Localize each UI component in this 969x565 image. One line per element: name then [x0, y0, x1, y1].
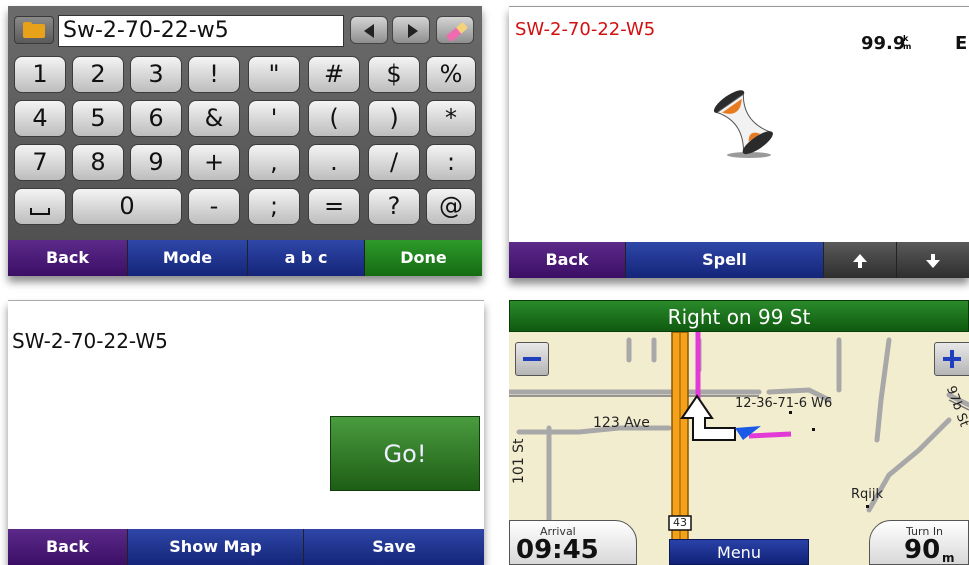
key[interactable]: /	[368, 144, 420, 181]
minus-icon	[523, 357, 541, 361]
poi-label: Rqijk	[851, 487, 884, 502]
map-bottom-bar: Arrival 09:45 Menu Turn In 90 m	[509, 515, 969, 565]
search-input[interactable]: Sw-2-70-22-w5	[58, 15, 344, 47]
done-button[interactable]: Done	[365, 240, 482, 276]
spell-button[interactable]: Spell	[626, 242, 824, 278]
key[interactable]: 2	[72, 56, 124, 93]
key[interactable]: =	[308, 188, 360, 225]
input-row: Sw-2-70-22-w5	[8, 6, 482, 50]
arrival-field[interactable]: Arrival 09:45	[509, 520, 637, 565]
destination-label: 12-36-71-6 W6	[735, 396, 833, 411]
save-button[interactable]: Save	[304, 529, 484, 565]
search-screen: SW-2-70-22-W5 99.9 k m E Back Spell	[509, 6, 969, 278]
back-button[interactable]: Back	[8, 240, 128, 276]
direction-text: E	[955, 33, 968, 54]
key[interactable]: )	[368, 100, 420, 137]
back-button[interactable]: Back	[8, 529, 128, 565]
search-title: SW-2-70-22-W5	[515, 19, 656, 40]
back-button[interactable]: Back	[509, 242, 626, 278]
key[interactable]: "	[248, 56, 300, 93]
key[interactable]: 5	[72, 100, 124, 137]
progress-unit: k m	[903, 34, 912, 51]
abc-button[interactable]: a b c	[248, 240, 365, 276]
key[interactable]: 6	[130, 100, 182, 137]
turn-in-value: 90	[904, 535, 941, 565]
show-map-button[interactable]: Show Map	[128, 529, 304, 565]
key[interactable]: !	[188, 56, 240, 93]
hourglass-icon	[713, 90, 773, 158]
eraser-icon[interactable]	[436, 16, 474, 44]
menu-button[interactable]: Menu	[669, 539, 809, 565]
arrow-left-icon	[364, 24, 374, 38]
progress-text: 99.9	[861, 33, 906, 54]
key[interactable]: 8	[72, 144, 124, 181]
key[interactable]: (	[308, 100, 360, 137]
soft-button-bar: Back Mode a b c Done	[8, 240, 482, 276]
go-button[interactable]: Go!	[330, 416, 480, 491]
keyboard-screen: Sw-2-70-22-w5 1 2 3 ! " # $ % 4 5 6 & ' …	[8, 6, 482, 276]
turn-in-field[interactable]: Turn In 90 m	[869, 520, 969, 565]
street-label: 101 St	[511, 438, 527, 484]
arrival-value: 09:45	[516, 535, 599, 565]
plus-icon-vertical	[950, 350, 954, 368]
key[interactable]: $	[368, 56, 420, 93]
key[interactable]: -	[188, 188, 240, 225]
map-screen: Right on 99 St 123 Ave 101 St 12-36-71-6…	[509, 300, 969, 565]
key[interactable]: *	[426, 100, 476, 137]
key[interactable]: .	[308, 144, 360, 181]
arrow-right-icon	[408, 24, 418, 38]
address-screen: SW-2-70-22-W5 Go! Back Show Map Save	[8, 300, 484, 565]
key[interactable]: 0	[72, 188, 182, 225]
key[interactable]: 4	[14, 100, 66, 137]
key[interactable]: %	[426, 56, 476, 93]
mode-button[interactable]: Mode	[128, 240, 248, 276]
key[interactable]: @	[426, 188, 476, 225]
key[interactable]: #	[308, 56, 360, 93]
turn-in-unit: m	[942, 551, 955, 565]
key[interactable]: 1	[14, 56, 66, 93]
soft-button-bar: Back Spell	[509, 242, 969, 278]
next-turn-banner[interactable]: Right on 99 St	[509, 300, 969, 332]
space-key[interactable]	[14, 188, 66, 225]
key[interactable]: 3	[130, 56, 182, 93]
arrow-down-icon	[926, 253, 940, 268]
key[interactable]: ,	[248, 144, 300, 181]
cursor-right-button[interactable]	[392, 16, 430, 44]
key[interactable]: ?	[368, 188, 420, 225]
key[interactable]: '	[248, 100, 300, 137]
key[interactable]: +	[188, 144, 240, 181]
zoom-in-button[interactable]	[934, 342, 969, 376]
scroll-down-button[interactable]	[897, 242, 969, 278]
street-label: 123 Ave	[593, 415, 650, 431]
scroll-up-button[interactable]	[824, 242, 897, 278]
key[interactable]: :	[426, 144, 476, 181]
address-title: SW-2-70-22-W5	[12, 329, 168, 353]
folder-icon[interactable]	[14, 16, 54, 44]
key[interactable]: 7	[14, 144, 66, 181]
key[interactable]: ;	[248, 188, 300, 225]
zoom-out-button[interactable]	[515, 342, 549, 376]
key[interactable]: &	[188, 100, 240, 137]
arrow-up-icon	[853, 253, 867, 268]
soft-button-bar: Back Show Map Save	[8, 529, 484, 565]
key[interactable]: 9	[130, 144, 182, 181]
cursor-left-button[interactable]	[350, 16, 388, 44]
